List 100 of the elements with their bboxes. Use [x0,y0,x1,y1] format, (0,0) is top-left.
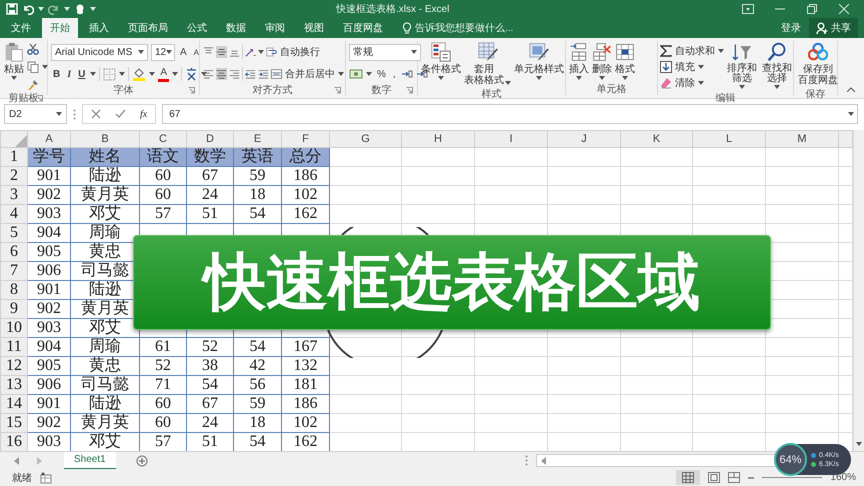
customize-caret-icon[interactable] [90,7,96,11]
row-header[interactable]: 8 [0,280,28,300]
column-header[interactable]: J [548,130,620,148]
row-header[interactable]: 9 [0,300,28,318]
fill-color-icon[interactable] [132,67,146,81]
cancel-icon[interactable] [91,109,101,119]
sign-in-link[interactable]: 登录 [781,21,801,35]
row-header[interactable]: 16 [0,432,28,451]
sheet-tab[interactable]: Sheet1 [64,452,116,470]
ribbon-tab[interactable]: 文件 [3,18,39,38]
close-icon[interactable] [838,4,850,14]
phonetic-icon[interactable] [185,67,198,81]
insert-function-button[interactable]: fx [140,108,148,120]
grow-font-button[interactable]: A [178,44,189,60]
italic-button[interactable]: I [65,66,74,82]
delete-button[interactable]: 删除 [591,41,613,82]
row-header[interactable]: 6 [0,242,28,262]
row-header[interactable]: 11 [0,338,28,356]
column-header[interactable]: C [140,130,186,148]
scroll-down-icon[interactable] [856,442,862,446]
vertical-scrollbar[interactable] [853,130,864,451]
column-header[interactable]: L [692,130,766,148]
shrink-font-button[interactable]: A [192,44,202,60]
ribbon-tab[interactable]: 视图 [296,18,332,38]
ribbon-tab[interactable]: 页面布局 [120,18,176,38]
name-box[interactable]: D2 [4,104,67,124]
wrap-text-button[interactable]: 自动换行 [266,44,320,60]
caret-icon[interactable] [172,72,178,76]
ribbon-tab[interactable]: 百度网盘 [335,18,391,38]
enter-icon[interactable] [115,109,126,119]
find-select-button[interactable]: 查找和选择 [760,41,794,91]
save-to-cloud-button[interactable]: 保存到 百度网盘 [797,41,839,87]
row-header[interactable]: 15 [0,414,28,432]
add-sheet-icon[interactable] [136,454,148,466]
paste-button[interactable]: 粘贴 [3,41,25,82]
horizontal-scrollbar[interactable] [536,454,776,467]
touch-mode-icon[interactable] [74,3,86,15]
column-header[interactable]: E [234,130,282,148]
sort-filter-button[interactable]: 排序和筛选 [725,41,759,91]
ribbon-tab[interactable]: 公式 [179,18,215,38]
caret-icon[interactable] [90,72,96,76]
brush-icon[interactable] [27,79,39,91]
column-header[interactable]: K [620,130,692,148]
launcher-icon[interactable] [36,95,43,102]
autosum-button[interactable]: 自动求和 [660,43,724,58]
decimal-icon[interactable] [400,68,413,80]
row-header[interactable]: 4 [0,204,28,224]
page-layout-icon[interactable] [708,472,720,483]
ribbon-options-icon[interactable] [742,4,754,14]
column-header[interactable]: M [766,130,838,148]
cell-style-button[interactable]: 单元格样式 [513,41,565,82]
normal-view-button[interactable] [676,470,700,485]
row-header[interactable]: 2 [0,166,28,186]
align-right-icon[interactable] [229,68,240,80]
conditional-format-button[interactable]: 条件格式 [420,41,462,82]
share-button[interactable]: 共享 [809,18,858,38]
caret-icon[interactable] [258,50,264,54]
row-header[interactable]: 12 [0,356,28,376]
scissors-icon[interactable] [27,43,39,55]
redo-icon[interactable] [48,3,60,15]
undo-icon[interactable] [22,3,34,15]
align-left-icon[interactable] [203,68,214,80]
column-header[interactable]: D [186,130,234,148]
column-header[interactable]: A [28,130,70,148]
underline-button[interactable]: U [76,66,88,82]
caret-icon[interactable] [149,72,156,76]
currency-icon[interactable] [349,68,363,80]
font-size-field[interactable]: 12 [151,44,175,60]
ribbon-tab[interactable]: 数据 [218,18,254,38]
caret-icon[interactable] [38,7,44,11]
row-header[interactable]: 5 [0,224,28,242]
decrease-indent-icon[interactable] [245,68,256,80]
expand-caret-icon[interactable] [848,112,854,116]
copy-icon[interactable] [27,61,39,73]
column-header[interactable]: B [70,130,140,148]
save-icon[interactable] [6,3,18,15]
row-header[interactable]: 3 [0,186,28,204]
increase-indent-icon[interactable] [258,68,269,80]
splitter-icon[interactable] [525,455,528,466]
insert-button[interactable]: 插入 [568,41,590,82]
ribbon-tab[interactable]: 开始 [42,18,78,38]
formula-field[interactable]: 67 [162,104,858,124]
column-header[interactable]: F [282,130,330,148]
row-header[interactable]: 13 [0,376,28,394]
macro-icon[interactable] [40,472,52,484]
comma-button[interactable]: , [390,66,398,82]
column-header[interactable]: H [402,130,474,148]
collapse-ribbon-icon[interactable] [847,87,855,92]
percent-button[interactable]: % [375,66,388,82]
row-header[interactable]: 14 [0,394,28,414]
row-header[interactable]: 1 [0,148,28,166]
column-header[interactable]: I [474,130,548,148]
page-break-icon[interactable] [728,472,740,483]
orientation-icon[interactable] [245,46,256,58]
row-header[interactable]: 10 [0,318,28,338]
restore-icon[interactable] [806,4,818,14]
caret-icon[interactable] [201,72,208,76]
caret-icon[interactable] [64,7,70,11]
search-field[interactable]: 告诉我您想要做什么... [415,22,533,34]
ribbon-tab[interactable]: 插入 [81,18,117,38]
